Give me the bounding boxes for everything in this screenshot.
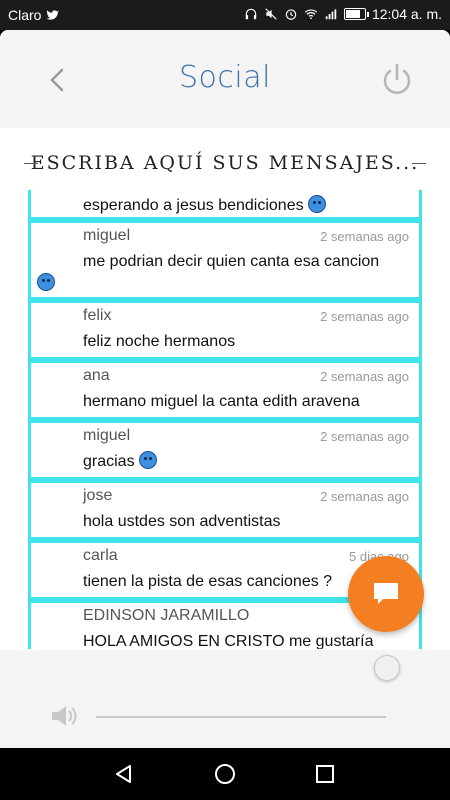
mute-icon	[265, 8, 277, 20]
power-icon[interactable]	[380, 62, 414, 96]
twitter-icon	[47, 10, 60, 20]
message-text: gracias	[83, 453, 135, 470]
message-text: feliz noche hermanos	[83, 333, 236, 350]
message-author: miguel	[83, 227, 131, 244]
message-author: ana	[83, 367, 110, 384]
back-triangle-icon[interactable]	[112, 762, 136, 786]
message-time: 2 semanas ago	[320, 369, 409, 384]
message-item: felix 2 semanas ago feliz noche hermanos	[28, 300, 422, 360]
volume-slider-thumb[interactable]	[374, 655, 400, 681]
divider	[412, 163, 426, 164]
message-author: EDINSON JARAMILLO	[83, 607, 250, 624]
emoji-icon	[308, 195, 327, 213]
message-text: hola ustdes son adventistas	[83, 513, 281, 530]
alarm-icon	[285, 9, 297, 20]
message-item: esperando a jesus bendiciones	[28, 190, 422, 220]
status-bar: Claro 12:04 a. m.	[0, 0, 450, 30]
message-text: esperando a jesus bendiciones	[83, 197, 304, 214]
message-item: miguel 2 semanas ago me podrian decir qu…	[28, 220, 422, 300]
message-item: ana 2 semanas ago hermano miguel la cant…	[28, 360, 422, 420]
message-time: 2 semanas ago	[320, 229, 409, 244]
clock: 12:04 a. m.	[371, 6, 442, 22]
headphones-icon	[245, 8, 257, 20]
message-text: hermano miguel la canta edith aravena	[83, 393, 360, 410]
chat-button[interactable]	[348, 556, 424, 632]
section-header: ESCRIBA AQUÍ SUS MENSAJES...	[0, 148, 450, 178]
message-time: 2 semanas ago	[320, 489, 409, 504]
divider	[24, 163, 38, 164]
carrier-name: Claro	[8, 7, 42, 23]
wifi-icon	[304, 9, 318, 19]
system-nav-bar	[0, 748, 450, 800]
chat-icon	[374, 583, 398, 604]
message-time: 2 semanas ago	[320, 429, 409, 444]
app-bar: Social	[0, 30, 450, 128]
message-author: miguel	[83, 427, 131, 444]
emoji-icon	[139, 451, 158, 469]
app-window: Social ESCRIBA AQUÍ SUS MENSAJES... espe…	[0, 30, 450, 748]
message-text: me podrian decir quien canta esa cancion	[83, 253, 380, 270]
emoji-icon	[37, 273, 55, 291]
message-time: 2 semanas ago	[320, 309, 409, 324]
message-text: HOLA AMIGOS EN CRISTO me gustaría	[83, 633, 374, 649]
speaker-icon[interactable]	[48, 700, 80, 732]
message-author: carla	[83, 547, 118, 564]
battery-icon	[343, 8, 369, 20]
home-circle-icon[interactable]	[213, 762, 237, 786]
signal-icon	[325, 9, 337, 20]
section-title: ESCRIBA AQUÍ SUS MENSAJES...	[30, 152, 420, 174]
message-author: jose	[83, 487, 113, 504]
message-author: felix	[83, 307, 112, 324]
message-item: miguel 2 semanas ago gracias	[28, 420, 422, 480]
volume-slider-track[interactable]	[96, 716, 386, 718]
message-item: jose 2 semanas ago hola ustdes son adven…	[28, 480, 422, 540]
recents-square-icon[interactable]	[313, 762, 337, 786]
